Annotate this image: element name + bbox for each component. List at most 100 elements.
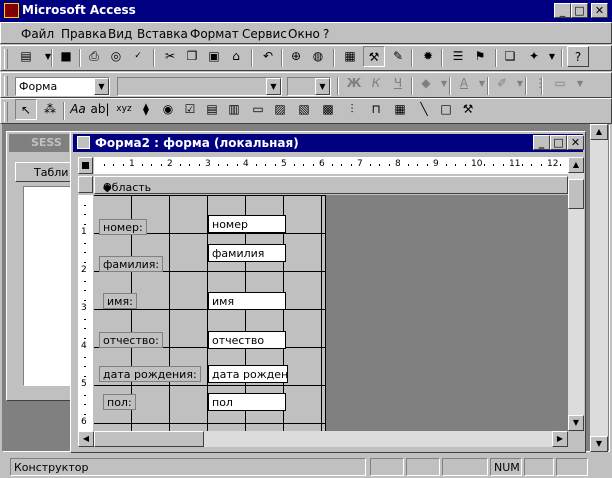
new-object-dropdown-icon[interactable]: ▼: [541, 46, 563, 67]
menu-file[interactable]: Файл: [21, 27, 54, 41]
font-name-combo[interactable]: ▼: [117, 77, 282, 96]
chevron-down-icon[interactable]: ▼: [94, 78, 109, 95]
menu-edit[interactable]: Правка: [61, 27, 107, 41]
form-vertical-scrollbar[interactable]: ▲ ▼: [568, 157, 584, 431]
hscroll-thumb[interactable]: [94, 431, 204, 447]
scroll-down-icon[interactable]: ▼: [568, 415, 584, 431]
menu-insert[interactable]: Вставка: [137, 27, 188, 41]
database-window[interactable]: SESS : Табли: [6, 131, 73, 401]
more-controls-icon[interactable]: ⚒: [457, 99, 479, 120]
autoformat-icon[interactable]: ✎: [387, 46, 409, 67]
code-icon[interactable]: ✹: [417, 46, 439, 67]
form-close-button[interactable]: ✕: [567, 135, 584, 150]
copy-icon[interactable]: ❐: [181, 46, 203, 67]
italic-icon[interactable]: К: [365, 73, 387, 94]
menu-window[interactable]: Окно: [288, 27, 320, 41]
label-otchestvo[interactable]: отчество:: [99, 332, 163, 348]
horizontal-ruler[interactable]: 1 2 3 4 5 6 7 8 9 10 11 12: [94, 157, 568, 174]
textbox-otchestvo[interactable]: отчество: [208, 331, 286, 349]
fill-color-dropdown-icon[interactable]: ▼: [433, 73, 455, 94]
tab-control-icon[interactable]: ⊓: [365, 99, 387, 120]
form-horizontal-scrollbar[interactable]: ◀ ▶: [78, 431, 568, 447]
database-object-list[interactable]: [23, 186, 73, 386]
line-color-dropdown-icon[interactable]: ▼: [509, 73, 531, 94]
scroll-right-icon[interactable]: ▶: [552, 431, 568, 447]
insert-hyperlink-icon[interactable]: ⊕: [285, 46, 307, 67]
minimize-button[interactable]: _: [554, 3, 571, 18]
label-tool-icon[interactable]: Aa: [67, 99, 89, 120]
vertical-ruler[interactable]: 1 2 3 4 5 6: [78, 195, 93, 431]
option-group-icon[interactable]: xyz: [113, 99, 135, 120]
font-size-combo[interactable]: ▼: [287, 77, 331, 96]
app-scroll-down-icon[interactable]: ▼: [590, 436, 608, 452]
combobox-tool-icon[interactable]: ▤: [201, 99, 223, 120]
chevron-down-icon[interactable]: ▼: [266, 78, 281, 95]
form-maximize-button[interactable]: □: [550, 135, 567, 150]
label-imya[interactable]: имя:: [103, 293, 137, 309]
close-button[interactable]: ✕: [591, 3, 608, 18]
textbox-familiya[interactable]: фамилия: [208, 244, 286, 262]
web-toolbar-icon[interactable]: ◍: [307, 46, 329, 67]
print-icon[interactable]: ⎙: [83, 46, 105, 67]
database-window-icon[interactable]: ❏: [499, 46, 521, 67]
select-objects-icon[interactable]: ↖: [15, 99, 37, 120]
save-icon[interactable]: ■: [55, 46, 77, 67]
page-break-icon[interactable]: ⫶: [341, 99, 363, 120]
detail-section[interactable]: номер: номер фамилия: фамилия имя: имя о…: [94, 195, 568, 431]
form-icon[interactable]: [77, 136, 90, 149]
rectangle-tool-icon[interactable]: □: [435, 99, 457, 120]
chevron-down-icon[interactable]: ▼: [315, 78, 330, 95]
bound-object-icon[interactable]: ▩: [317, 99, 339, 120]
form-selector[interactable]: [78, 157, 93, 174]
view-icon[interactable]: ▤: [15, 46, 37, 67]
checkbox-tool-icon[interactable]: ☑: [179, 99, 201, 120]
access-app-icon[interactable]: [4, 3, 19, 18]
textbox-data-rozhdeniya[interactable]: дата рождения: [208, 365, 288, 383]
tab-tables[interactable]: Табли: [15, 162, 73, 182]
listbox-tool-icon[interactable]: ▥: [223, 99, 245, 120]
properties-icon[interactable]: ☰: [447, 46, 469, 67]
detail-section-header[interactable]: ◆ Область данных: [94, 176, 568, 207]
format-painter-icon[interactable]: ⌂: [225, 46, 247, 67]
label-familiya[interactable]: фамилия:: [99, 256, 164, 272]
label-data-rozhdeniya[interactable]: дата рождения:: [99, 366, 201, 382]
cut-icon[interactable]: ✂: [159, 46, 181, 67]
section-selector[interactable]: [78, 176, 93, 193]
scroll-up-icon[interactable]: ▲: [568, 157, 584, 173]
scroll-left-icon[interactable]: ◀: [78, 431, 94, 447]
help-icon[interactable]: ?: [567, 46, 589, 67]
toggle-button-icon[interactable]: ⧫: [135, 99, 157, 120]
app-vertical-scrollbar[interactable]: ▲ ▼: [590, 124, 608, 452]
font-color-dropdown-icon[interactable]: ▼: [471, 73, 493, 94]
maximize-button[interactable]: □: [571, 3, 588, 18]
special-effect-icon[interactable]: ▭: [549, 73, 571, 94]
special-effect-dropdown-icon[interactable]: ▼: [569, 73, 591, 94]
menu-view[interactable]: Вид: [108, 27, 132, 41]
paste-icon[interactable]: ▣: [203, 46, 225, 67]
label-pol[interactable]: пол:: [103, 394, 136, 410]
bold-icon[interactable]: Ж: [343, 73, 365, 94]
toolbox-icon[interactable]: ⚒: [363, 46, 385, 67]
textbox-tool-icon[interactable]: ab|: [89, 99, 111, 120]
option-button-icon[interactable]: ◉: [157, 99, 179, 120]
form-minimize-button[interactable]: _: [533, 135, 550, 150]
command-button-icon[interactable]: ▭: [247, 99, 269, 120]
scroll-thumb[interactable]: [568, 179, 584, 209]
underline-icon[interactable]: Ч: [387, 73, 409, 94]
menu-format[interactable]: Формат: [190, 27, 239, 41]
border-width-icon[interactable]: ⋮: [529, 73, 551, 94]
control-wizards-icon[interactable]: ⁂: [39, 99, 61, 120]
field-list-icon[interactable]: ▦: [339, 46, 361, 67]
subform-icon[interactable]: ▦: [389, 99, 411, 120]
unbound-object-icon[interactable]: ▧: [293, 99, 315, 120]
textbox-nomer[interactable]: номер: [208, 215, 286, 233]
print-preview-icon[interactable]: ◎: [105, 46, 127, 67]
label-nomer[interactable]: номер:: [99, 219, 147, 235]
textbox-pol[interactable]: пол: [208, 393, 286, 411]
app-scroll-up-icon[interactable]: ▲: [590, 124, 608, 140]
menu-tools[interactable]: Сервис: [242, 27, 287, 41]
textbox-imya[interactable]: имя: [208, 292, 286, 310]
image-tool-icon[interactable]: ▨: [269, 99, 291, 120]
object-selector-combo[interactable]: Форма ▼: [15, 77, 110, 96]
undo-icon[interactable]: ↶: [257, 46, 279, 67]
